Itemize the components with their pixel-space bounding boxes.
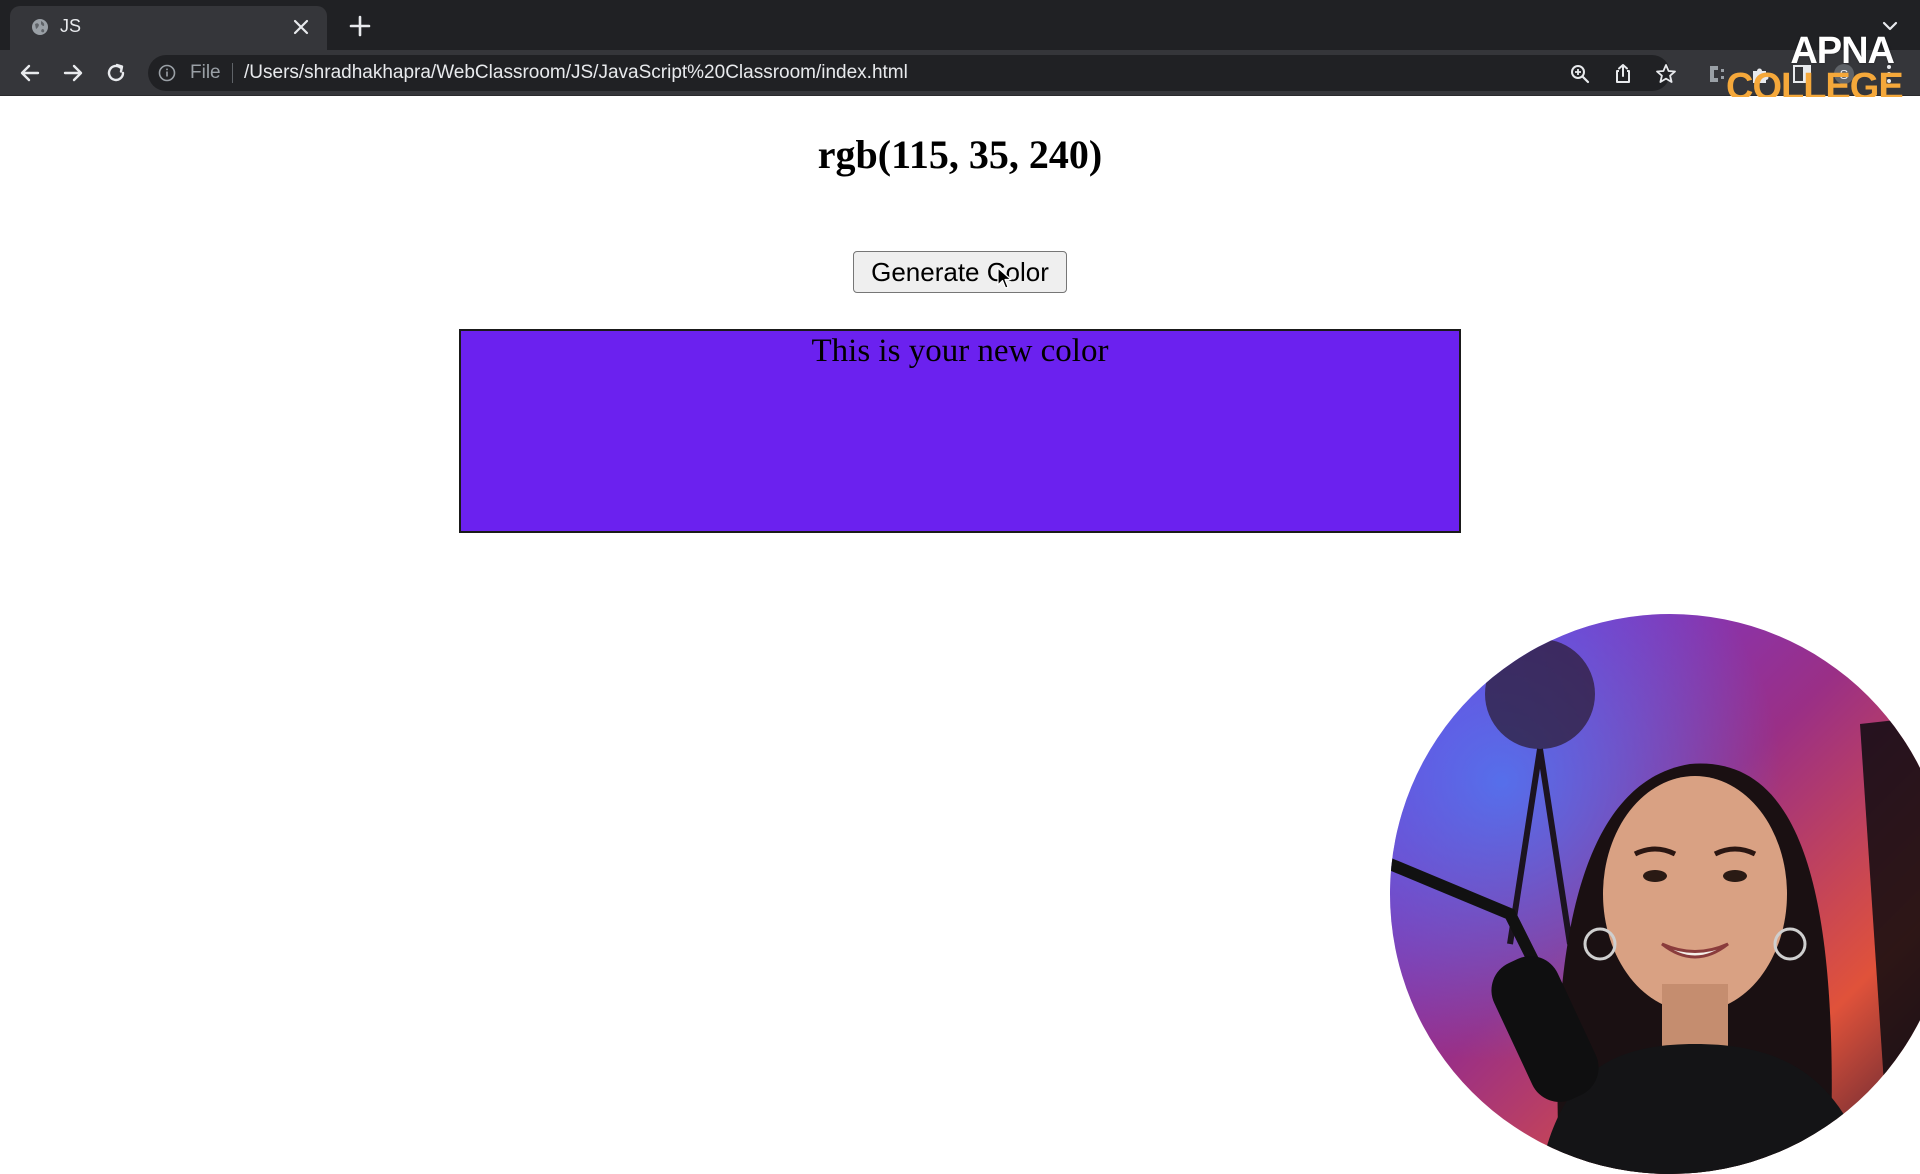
webcam-overlay — [1390, 614, 1920, 1174]
scheme-label: File — [190, 62, 221, 83]
zoom-icon[interactable] — [1568, 62, 1592, 86]
color-preview-box: This is your new color — [459, 329, 1461, 533]
close-icon[interactable] — [289, 15, 313, 39]
logo-line-1: APNA — [1790, 30, 1895, 72]
address-bar[interactable]: File /Users/shradhakhapra/WebClassroom/J… — [148, 55, 1676, 91]
star-icon[interactable] — [1654, 62, 1678, 86]
info-icon[interactable] — [158, 64, 176, 82]
forward-arrow-icon[interactable] — [59, 59, 87, 87]
color-box-text: This is your new color — [811, 333, 1109, 369]
browser-toolbar: File /Users/shradhakhapra/WebClassroom/J… — [0, 50, 1920, 96]
browser-tab[interactable]: JS — [10, 6, 327, 50]
generate-color-button[interactable]: Generate Color — [853, 251, 1067, 293]
mouse-cursor-icon — [997, 267, 1012, 289]
plus-icon[interactable] — [346, 12, 374, 40]
tab-title: JS — [60, 16, 82, 36]
reload-icon[interactable] — [102, 59, 130, 87]
divider — [232, 63, 233, 83]
rgb-heading: rgb(115, 35, 240) — [817, 132, 1103, 177]
globe-icon — [32, 19, 48, 35]
share-icon[interactable] — [1611, 62, 1635, 86]
presenter-video-icon — [1390, 614, 1920, 1174]
back-arrow-icon[interactable] — [16, 59, 44, 87]
url-text[interactable]: /Users/shradhakhapra/WebClassroom/JS/Jav… — [244, 62, 908, 84]
tab-strip: JS — [0, 0, 1920, 50]
